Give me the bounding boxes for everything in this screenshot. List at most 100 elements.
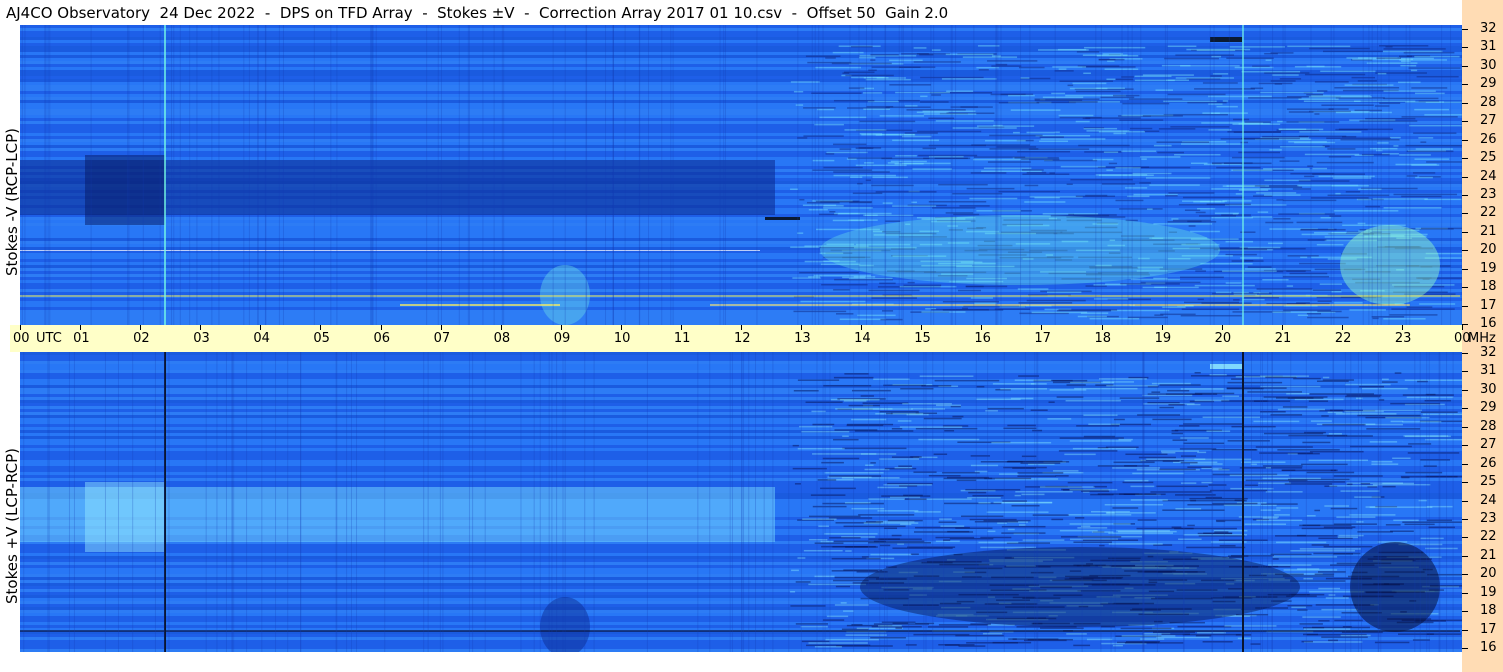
- frequency-tick-mark: [1462, 102, 1468, 104]
- time-tick-mark: [200, 325, 202, 330]
- time-tick-mark: [440, 325, 442, 330]
- time-tick-mark: [1462, 325, 1463, 330]
- frequency-tick-label: 30: [1480, 57, 1497, 73]
- time-tick-mark: [320, 325, 322, 330]
- frequency-tick-label: 25: [1480, 150, 1497, 166]
- time-tick-label: 05: [313, 331, 330, 346]
- frequency-tick-mark: [1462, 158, 1468, 160]
- frequency-tick-mark: [1462, 592, 1468, 594]
- frequency-tick-mark: [1462, 139, 1468, 141]
- frequency-tick-mark: [1462, 574, 1468, 576]
- time-tick-mark: [500, 325, 502, 330]
- spectrogram-bottom-panel: [20, 352, 1462, 652]
- time-tick-label: 17: [1034, 331, 1051, 346]
- page-title: AJ4CO Observatory 24 Dec 2022 - DPS on T…: [6, 4, 949, 22]
- spectrogram-top-panel: [20, 25, 1462, 325]
- frequency-tick-mark: [1462, 426, 1468, 428]
- frequency-tick-label: 24: [1480, 492, 1497, 508]
- frequency-tick-label: 23: [1480, 510, 1497, 526]
- frequency-tick-label: 32: [1480, 345, 1497, 360]
- time-tick-mark: [260, 325, 262, 330]
- time-tick-label: 10: [613, 331, 631, 346]
- time-tick-label: 14: [854, 331, 871, 346]
- frequency-tick-mark: [1462, 445, 1468, 447]
- frequency-tick-label: 22: [1480, 205, 1497, 221]
- frequency-tick-mark: [1462, 518, 1468, 520]
- time-tick-label: 16: [974, 331, 991, 346]
- frequency-tick-mark: [1462, 287, 1468, 289]
- frequency-tick-label: 30: [1480, 381, 1497, 397]
- frequency-tick-mark: [1462, 371, 1468, 373]
- time-tick-mark: [1041, 325, 1043, 330]
- top-panel-ylabel: Stokes -V (RCP-LCP): [3, 128, 21, 276]
- frequency-tick-mark: [1462, 305, 1468, 307]
- time-tick-label: 21: [1274, 331, 1292, 346]
- spectrogram-bottom-image: [20, 352, 1462, 652]
- frequency-tick-label: 29: [1480, 76, 1497, 92]
- spectrogram-top-image: [20, 25, 1462, 325]
- time-tick-label: 22: [1334, 331, 1352, 346]
- frequency-tick-mark: [1462, 408, 1468, 410]
- time-tick-mark: [680, 325, 682, 330]
- time-tick-mark: [921, 325, 923, 330]
- frequency-tick-mark: [1462, 268, 1468, 270]
- frequency-tick-label: 24: [1480, 168, 1497, 184]
- time-tick-mark: [1401, 325, 1403, 330]
- frequency-tick-label: 19: [1480, 260, 1497, 276]
- frequency-tick-label: 20: [1480, 566, 1497, 582]
- time-tick-label: 06: [373, 331, 391, 346]
- time-tick-label: 23: [1394, 331, 1412, 346]
- time-tick-label: 04: [253, 331, 270, 346]
- frequency-tick-label: 31: [1480, 363, 1497, 379]
- time-tick-mark: [1281, 325, 1283, 330]
- frequency-tick-label: 16: [1480, 640, 1497, 655]
- frequency-tick-label: 26: [1480, 455, 1497, 471]
- time-tick-label: 01: [73, 331, 90, 346]
- frequency-tick-mark: [1462, 389, 1468, 391]
- frequency-tick-mark: [1462, 463, 1468, 465]
- frequency-tick-mark: [1462, 121, 1468, 123]
- frequency-tick-mark: [1462, 231, 1468, 233]
- frequency-tick-label: 27: [1480, 113, 1497, 129]
- time-tick-label: 15: [914, 331, 931, 346]
- time-tick-mark: [801, 325, 803, 330]
- time-tick-label: 00: [13, 331, 30, 346]
- time-tick-mark: [380, 325, 382, 330]
- time-tick-label: 12: [734, 331, 751, 346]
- frequency-tick-mark: [1462, 29, 1468, 30]
- frequency-tick-mark: [1462, 84, 1468, 86]
- frequency-tick-label: 22: [1480, 529, 1497, 545]
- time-tick-label: 20: [1214, 331, 1232, 346]
- frequency-tick-mark: [1462, 611, 1468, 613]
- time-tick-mark: [1341, 325, 1343, 330]
- frequency-tick-label: 27: [1480, 437, 1497, 453]
- frequency-tick-mark: [1462, 47, 1468, 49]
- time-tick-label: 11: [673, 331, 691, 346]
- time-tick-label: 03: [193, 331, 210, 346]
- frequency-tick-label: 28: [1480, 94, 1497, 110]
- frequency-tick-mark: [1462, 213, 1468, 215]
- frequency-tick-label: 26: [1480, 131, 1497, 147]
- time-tick-label: 13: [794, 331, 811, 346]
- frequency-tick-label: 16: [1480, 316, 1497, 331]
- frequency-tick-mark: [1462, 353, 1468, 354]
- time-tick-mark: [20, 325, 21, 330]
- frequency-tick-label: 18: [1480, 279, 1497, 295]
- time-tick-mark: [1221, 325, 1223, 330]
- time-tick-label: 02: [133, 331, 150, 346]
- time-tick-mark: [1161, 325, 1163, 330]
- frequency-tick-label: 21: [1480, 223, 1497, 239]
- bottom-panel-ylabel: Stokes +V (LCP-RCP): [3, 448, 21, 604]
- frequency-tick-label: 23: [1480, 186, 1497, 202]
- frequency-tick-mark: [1462, 648, 1468, 649]
- frequency-tick-mark: [1462, 555, 1468, 557]
- frequency-tick-mark: [1462, 176, 1468, 178]
- time-tick-mark: [1101, 325, 1103, 330]
- frequency-tick-mark: [1462, 324, 1468, 325]
- time-tick-label: 07: [433, 331, 451, 346]
- frequency-tick-mark: [1462, 537, 1468, 539]
- frequency-tick-label: 32: [1480, 21, 1497, 36]
- time-tick-label: 08: [493, 331, 511, 346]
- frequency-tick-label: 19: [1480, 584, 1497, 600]
- time-tick-mark: [560, 325, 562, 330]
